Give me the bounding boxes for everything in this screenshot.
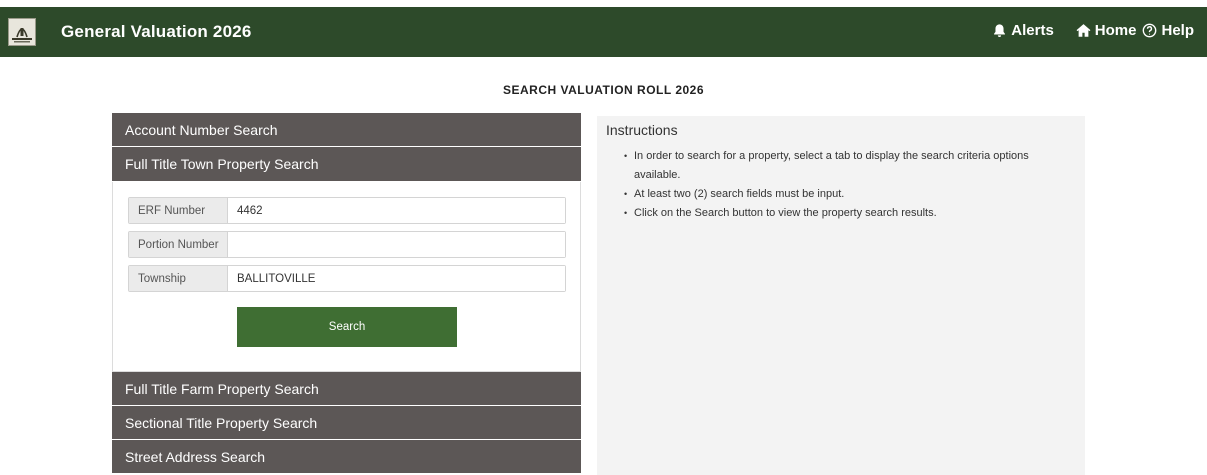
home-icon: [1076, 24, 1091, 37]
home-link[interactable]: Home: [1076, 22, 1137, 39]
help-label: Help: [1161, 22, 1194, 39]
tab-full-title-farm-property-search[interactable]: Full Title Farm Property Search: [112, 372, 581, 406]
tab-label: Street Address Search: [125, 448, 266, 465]
help-link[interactable]: Help: [1142, 22, 1194, 39]
tab-account-number-search[interactable]: Account Number Search: [112, 113, 581, 147]
header-nav: Alerts Home Help: [992, 22, 1194, 39]
town-property-search-form: ERF Number Portion Number Township Searc…: [112, 182, 581, 372]
instruction-item: In order to search for a property, selec…: [624, 147, 1074, 185]
instructions-panel: Instructions In order to search for a pr…: [597, 116, 1085, 475]
portion-number-label: Portion Number: [129, 232, 228, 257]
township-input[interactable]: [228, 266, 565, 291]
portion-number-input[interactable]: [228, 232, 565, 257]
home-label: Home: [1094, 22, 1137, 39]
help-circle-icon: [1143, 23, 1157, 38]
tab-label: Full Title Farm Property Search: [125, 380, 319, 397]
instructions-list: In order to search for a property, selec…: [624, 147, 1074, 223]
instruction-item: At least two (2) search fields must be i…: [624, 185, 1074, 204]
tab-label: Full Title Town Property Search: [125, 156, 319, 172]
app-title: General Valuation 2026: [61, 22, 252, 41]
logo-emblem-icon: [12, 28, 32, 43]
portion-number-field: Portion Number: [128, 231, 566, 258]
tab-label: Account Number Search: [125, 121, 278, 138]
township-label: Township: [129, 266, 228, 291]
instructions-title: Instructions: [606, 122, 678, 138]
tab-full-title-town-property-search[interactable]: Full Title Town Property Search: [112, 147, 581, 182]
tab-street-address-search[interactable]: Street Address Search: [112, 440, 581, 474]
search-button[interactable]: Search: [237, 307, 457, 347]
search-accordion: Account Number Search Full Title Town Pr…: [112, 113, 581, 474]
erf-number-input[interactable]: [228, 198, 565, 223]
alerts-link[interactable]: Alerts: [992, 22, 1054, 39]
tab-label: Sectional Title Property Search: [125, 414, 318, 431]
erf-number-field: ERF Number: [128, 197, 566, 224]
tab-sectional-title-property-search[interactable]: Sectional Title Property Search: [112, 406, 581, 440]
instruction-item: Click on the Search button to view the p…: [624, 204, 1074, 223]
page-title: SEARCH VALUATION ROLL 2026: [502, 83, 705, 97]
bell-icon: [994, 24, 1006, 37]
alerts-label: Alerts: [1011, 22, 1054, 39]
erf-number-label: ERF Number: [129, 198, 228, 223]
township-field: Township: [128, 265, 566, 292]
top-navbar: General Valuation 2026 Alerts Home Help: [0, 7, 1207, 57]
municipality-logo[interactable]: [8, 18, 36, 46]
